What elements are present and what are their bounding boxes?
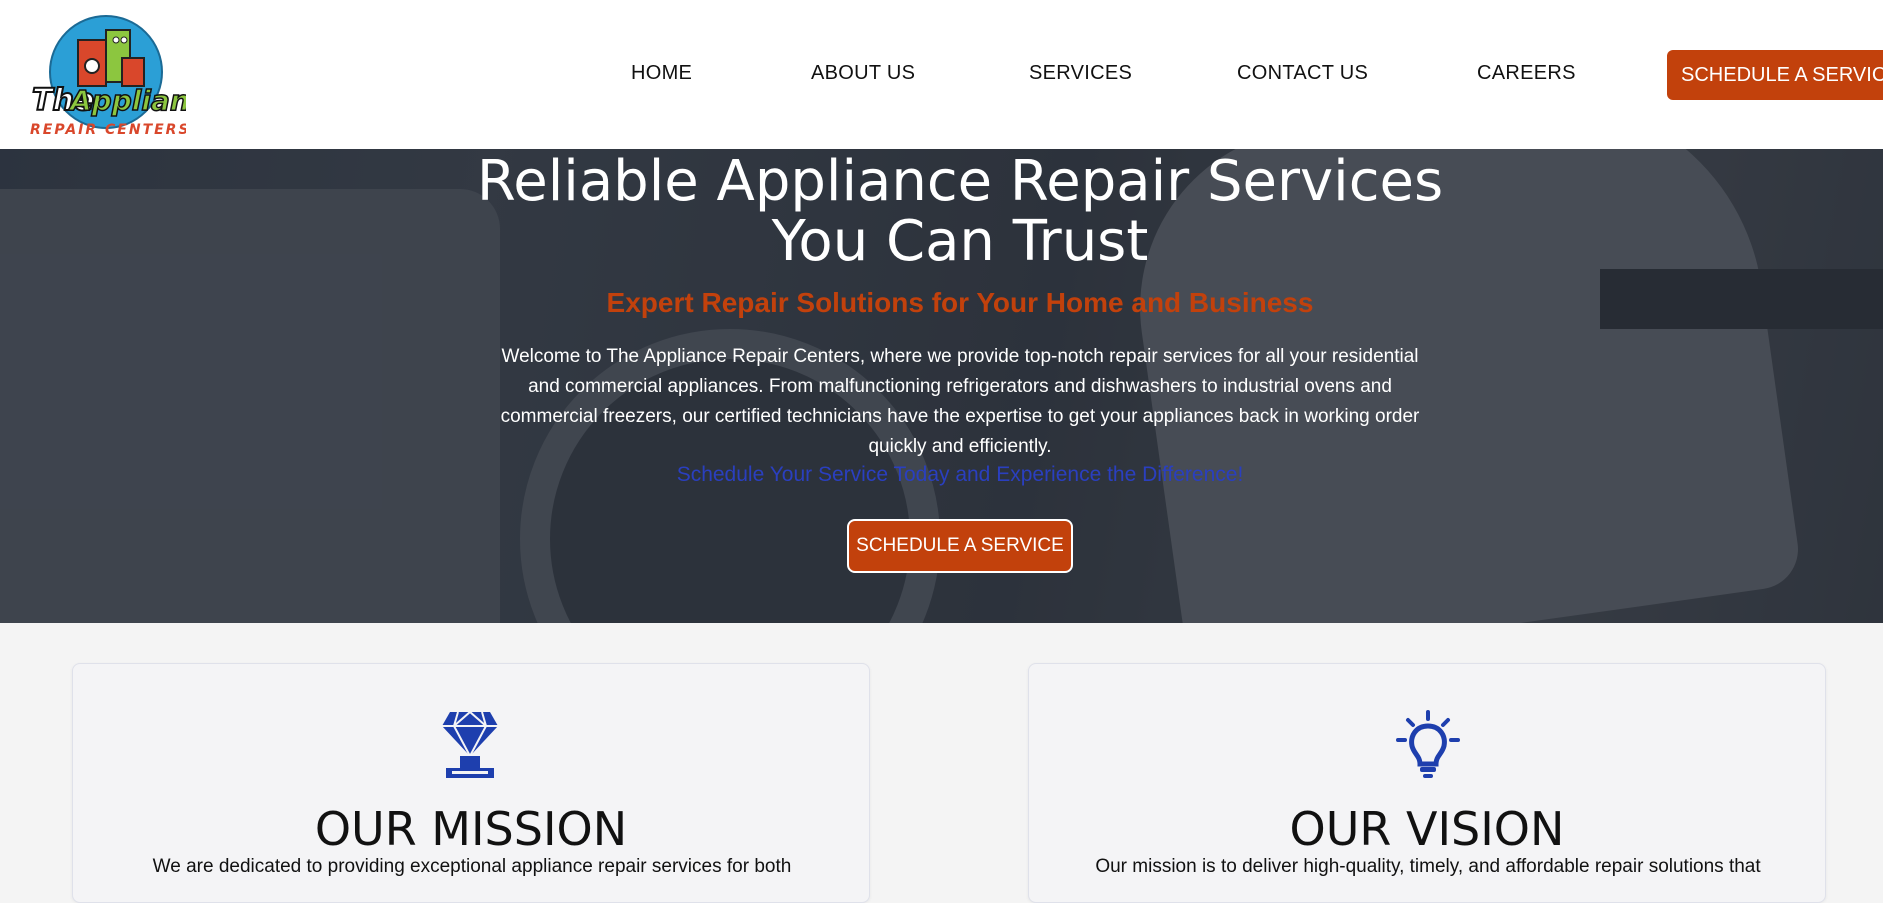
hero-description: Welcome to The Appliance Repair Centers,…	[500, 346, 1420, 457]
nav-about-us[interactable]: ABOUT US	[811, 62, 915, 85]
logo[interactable]: The Appliance REPAIR CENTERS	[26, 10, 226, 140]
nav-services[interactable]: SERVICES	[1029, 62, 1132, 85]
schedule-service-header-button[interactable]: SCHEDULE A SERVICE	[1667, 50, 1883, 100]
nav-contact-us[interactable]: CONTACT US	[1237, 62, 1368, 85]
hero-title-line-1: Reliable Appliance Repair Services	[476, 149, 1444, 214]
mission-card: OUR MISSION We are dedicated to providin…	[72, 663, 870, 903]
nav-careers[interactable]: CAREERS	[1477, 62, 1576, 85]
site-header: The Appliance REPAIR CENTERS HOME ABOUT …	[0, 0, 1883, 149]
vision-card: OUR VISION Our mission is to deliver hig…	[1028, 663, 1826, 903]
logo-text-bottom: REPAIR CENTERS	[30, 122, 186, 138]
schedule-service-link[interactable]: Schedule Your Service Today and Experien…	[0, 463, 1883, 487]
logo-text-appliance: Appliance	[68, 84, 186, 117]
diamond-icon	[442, 710, 502, 780]
vision-title: OUR VISION	[1289, 802, 1565, 856]
schedule-service-hero-button[interactable]: SCHEDULE A SERVICE	[847, 519, 1073, 573]
vision-text: Our mission is to deliver high-quality, …	[1095, 856, 1761, 877]
nav-home[interactable]: HOME	[631, 62, 692, 85]
mission-text: We are dedicated to providing exceptiona…	[152, 856, 792, 877]
mission-title: OUR MISSION	[314, 802, 628, 856]
lightbulb-icon	[1396, 710, 1460, 780]
hero-subtitle: Expert Repair Solutions for Your Home an…	[606, 287, 1314, 318]
hero-title-line-2: You Can Trust	[771, 209, 1149, 274]
